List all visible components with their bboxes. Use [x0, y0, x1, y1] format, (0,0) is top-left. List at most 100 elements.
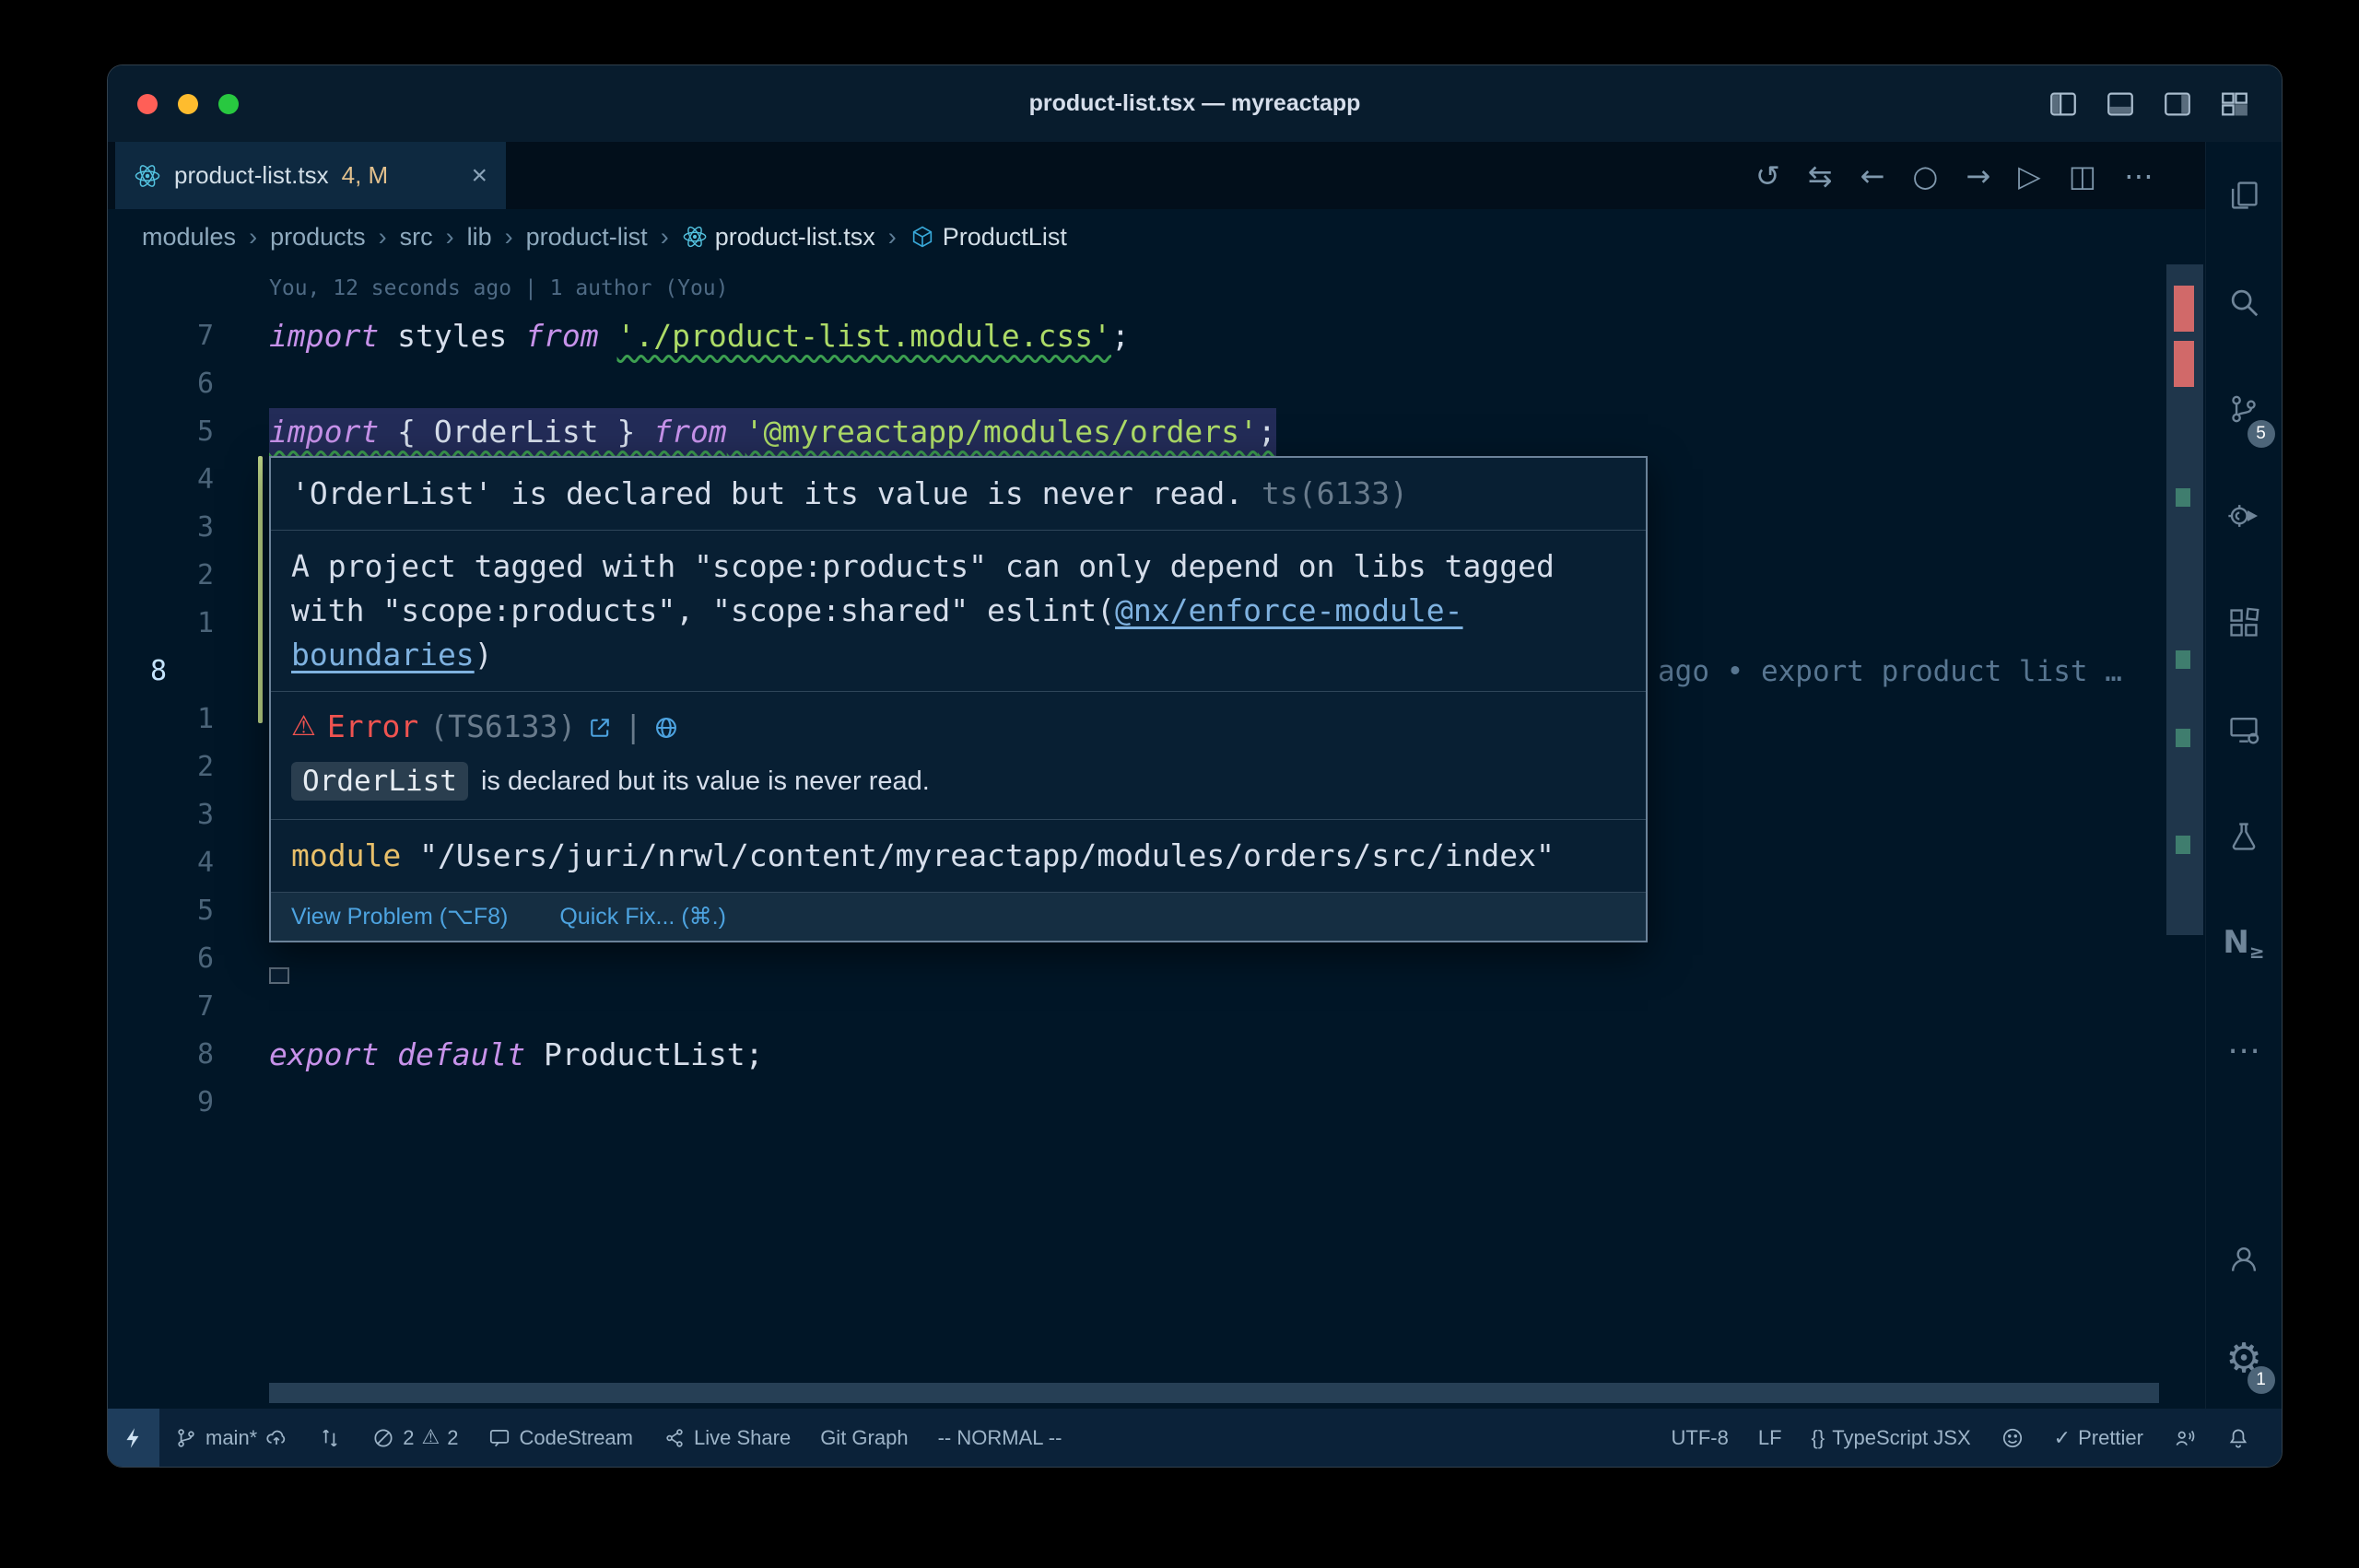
open-changes-icon[interactable]: ○ — [1912, 158, 1938, 193]
extensions-icon[interactable] — [2206, 569, 2283, 676]
prev-change-icon[interactable]: ← — [1860, 158, 1885, 193]
source-control-icon[interactable]: 5 — [2206, 356, 2283, 462]
search-icon[interactable] — [2206, 249, 2283, 356]
problems-status[interactable]: 2 ⚠ 2 — [357, 1409, 473, 1467]
breadcrumb-separator: › — [379, 223, 387, 252]
accounts-icon[interactable] — [2206, 1210, 2283, 1309]
breadcrumb-separator: › — [249, 223, 257, 252]
git-graph-status[interactable]: Git Graph — [805, 1409, 922, 1467]
popup-resize-handle[interactable] — [269, 967, 289, 984]
horizontal-scrollbar[interactable] — [269, 1383, 2159, 1403]
breadcrumb-item-product-list[interactable]: product-list — [526, 223, 648, 252]
error-code: (TS6133) — [429, 707, 576, 747]
line-number: 5 — [108, 408, 232, 456]
toggle-panel-icon[interactable] — [2105, 88, 2136, 120]
codestream-icon — [487, 1426, 511, 1450]
language-status[interactable]: {} TypeScript JSX — [1797, 1409, 1986, 1467]
codestream-status[interactable]: CodeStream — [473, 1409, 648, 1467]
tab-bar: product-list.tsx 4, M × ↺ ⇆ ← ○ → ▷ ◫ ⋯ — [108, 142, 2205, 209]
breadcrumb-item-products[interactable]: products — [270, 223, 366, 252]
remote-indicator[interactable] — [108, 1409, 159, 1467]
split-editor-icon[interactable]: ◫ — [2069, 158, 2096, 193]
line-number: 4 — [108, 456, 232, 504]
code-line[interactable]: 8 export default ProductList; — [108, 1031, 2205, 1079]
feedback-smiley-icon[interactable] — [1986, 1409, 2039, 1467]
toggle-secondary-sidebar-icon[interactable] — [2162, 88, 2193, 120]
language-label: TypeScript JSX — [1832, 1426, 1970, 1450]
open-external-icon[interactable] — [587, 707, 613, 747]
live-share-status[interactable]: Live Share — [648, 1409, 805, 1467]
error-status-row: ⚠ Error (TS6133) | — [271, 692, 1646, 751]
globe-icon[interactable] — [653, 707, 679, 747]
more-views-icon[interactable]: ⋯ — [2206, 997, 2283, 1104]
encoding-status[interactable]: UTF-8 — [1657, 1409, 1743, 1467]
breadcrumb-file-label: product-list.tsx — [715, 223, 875, 252]
line-number: 6 — [108, 360, 232, 408]
code-line[interactable]: 9 — [108, 1079, 2205, 1127]
notifications-bell-icon[interactable] — [2212, 1409, 2265, 1467]
eslint-rule-link[interactable]: boundaries — [291, 637, 475, 673]
eslint-text-close: ) — [475, 637, 493, 673]
code-line[interactable]: 5 import { OrderList } from '@myreactapp/… — [108, 408, 2205, 456]
explorer-icon[interactable] — [2206, 142, 2283, 249]
breadcrumb-separator: › — [505, 223, 513, 252]
breadcrumb-item-file[interactable]: product-list.tsx — [682, 223, 875, 252]
module-path-row: module "/Users/juri/nrwl/content/myreact… — [271, 820, 1646, 893]
run-file-icon[interactable]: ▷ — [2018, 158, 2041, 193]
code-line[interactable]: 6 — [108, 360, 2205, 408]
check-icon: ✓ — [2054, 1426, 2071, 1450]
symbol-chip: OrderList — [291, 762, 468, 801]
codelens-text: You, 12 seconds ago | 1 author (You) — [269, 276, 729, 300]
next-change-icon[interactable]: → — [1966, 158, 1990, 193]
eol-status[interactable]: LF — [1743, 1409, 1797, 1467]
toggle-sidebar-icon[interactable] — [2048, 88, 2079, 120]
line-number: 3 — [108, 504, 232, 552]
branch-compare-button[interactable] — [303, 1409, 357, 1467]
prettier-status[interactable]: ✓ Prettier — [2039, 1409, 2158, 1467]
code-line[interactable]: 7 — [108, 983, 2205, 1031]
line-number: 7 — [108, 312, 232, 360]
breadcrumb-item-modules[interactable]: modules — [142, 223, 236, 252]
gitlens-codelens[interactable]: You, 12 seconds ago | 1 author (You) — [108, 264, 2205, 312]
line-number: 8 — [108, 1031, 232, 1079]
broadcast-person-icon[interactable] — [2158, 1409, 2212, 1467]
change-mark — [2176, 488, 2190, 507]
code-text: export default ProductList; — [269, 1031, 763, 1079]
breadcrumb-item-src[interactable]: src — [400, 223, 433, 252]
branch-status[interactable]: main* — [159, 1409, 303, 1467]
vscode-window: product-list.tsx — myreactapp product-li… — [107, 64, 2283, 1468]
braces-icon: {} — [1812, 1426, 1825, 1450]
tab-close-icon[interactable]: × — [471, 160, 487, 192]
breadcrumb-item-lib[interactable]: lib — [467, 223, 492, 252]
warning-triangle-icon: ⚠ — [422, 1426, 440, 1449]
nx-console-icon[interactable]: N≥ — [2206, 890, 2283, 997]
popup-actions: View Problem (⌥F8) Quick Fix... (⌘.) — [271, 893, 1646, 941]
more-actions-icon[interactable]: ⋯ — [2124, 158, 2154, 193]
icon-divider: | — [624, 707, 642, 747]
eslint-rule-link[interactable]: @nx/enforce-module- — [1115, 592, 1463, 628]
warning-triangle-icon: ⚠ — [291, 707, 316, 747]
cloud-upload-icon — [264, 1426, 288, 1450]
vim-mode-status[interactable]: -- NORMAL -- — [923, 1409, 1077, 1467]
breadcrumb-item-symbol[interactable]: ProductList — [910, 223, 1067, 252]
testing-beaker-icon[interactable] — [2206, 783, 2283, 890]
tab-label: product-list.tsx — [174, 161, 329, 190]
diagnostic-ts-message: 'OrderList' is declared but its value is… — [271, 458, 1646, 531]
settings-gear-icon[interactable]: ⚙ 1 — [2206, 1309, 2283, 1409]
customize-layout-icon[interactable] — [2219, 88, 2250, 120]
view-problem-button[interactable]: View Problem (⌥F8) — [291, 902, 508, 931]
code-text: import { OrderList } from '@myreactapp/m… — [269, 408, 1276, 456]
editor[interactable]: You, 12 seconds ago | 1 author (You) 7 im… — [108, 264, 2205, 1409]
line-number: 1 — [108, 600, 232, 648]
tab-product-list[interactable]: product-list.tsx 4, M × — [115, 142, 506, 209]
code-line[interactable]: 7 import styles from './product-list.modu… — [108, 312, 2205, 360]
quick-fix-button[interactable]: Quick Fix... (⌘.) — [559, 902, 726, 931]
code-text: import styles from './product-list.modul… — [269, 312, 1130, 360]
remote-explorer-icon[interactable] — [2206, 676, 2283, 783]
eslint-text-line2: with "scope:products", "scope:shared" es… — [291, 592, 1115, 628]
error-count: 2 — [403, 1426, 414, 1450]
run-debug-icon[interactable] — [2206, 462, 2283, 569]
diagnostic-text: 'OrderList' is declared but its value is… — [291, 475, 1243, 511]
git-compare-icon[interactable]: ⇆ — [1808, 158, 1833, 193]
timeline-history-icon[interactable]: ↺ — [1755, 158, 1780, 193]
